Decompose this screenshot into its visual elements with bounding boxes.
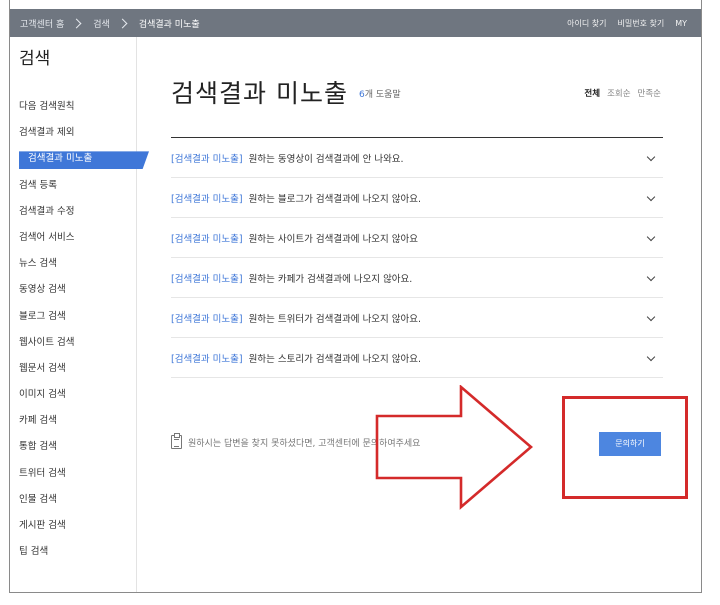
sidebar-item-label: 검색결과 미노출 xyxy=(28,153,93,165)
sidebar-item-label: 검색 등록 xyxy=(19,179,57,191)
breadcrumb: 고객센터 홈 검색 검색결과 미노출 xyxy=(20,17,200,30)
faq-question: 원하는 스토리가 검색결과에 나오지 않아요. xyxy=(248,353,422,365)
faq-question: 원하는 블로그가 검색결과에 나오지 않아요. xyxy=(248,193,422,205)
sidebar-item[interactable]: 이미지 검색 xyxy=(10,382,150,408)
faq-category: [검색결과 미노출] xyxy=(171,153,243,165)
faq-question: 원하는 사이트가 검색결과에 나오지 않아요 xyxy=(248,233,419,245)
chevron-down-icon[interactable] xyxy=(646,232,656,242)
sidebar-item-label: 인물 검색 xyxy=(19,493,57,505)
sidebar-item-label: 검색결과 수정 xyxy=(19,205,75,217)
faq-item[interactable]: [검색결과 미노출] 원하는 스토리가 검색결과에 나오지 않아요. xyxy=(171,338,663,378)
faq-question: 원하는 트위터가 검색결과에 나오지 않아요. xyxy=(248,313,422,325)
sidebar-item[interactable]: 팁 검색 xyxy=(10,539,150,565)
top-navigation-bar: 고객센터 홈 검색 검색결과 미노출 아이디 찾기 비밀번호 찾기 MY xyxy=(10,9,701,37)
sidebar-item[interactable]: 검색결과 제외 xyxy=(10,120,150,146)
faq-item[interactable]: [검색결과 미노출] 원하는 카페가 검색결과에 나오지 않아요. xyxy=(171,258,663,298)
sidebar-item[interactable]: 검색결과 수정 xyxy=(10,199,150,225)
sidebar-item-label: 다음 검색원칙 xyxy=(19,101,75,112)
sidebar-item[interactable]: 뉴스 검색 xyxy=(10,251,150,277)
breadcrumb-current: 검색결과 미노출 xyxy=(138,19,200,30)
sidebar-item[interactable]: 통합 검색 xyxy=(10,434,150,460)
sidebar-title: 검색 xyxy=(19,49,51,69)
sidebar-item-label: 웹문서 검색 xyxy=(19,362,66,374)
sidebar-item[interactable]: 인물 검색 xyxy=(10,487,150,513)
sidebar-item-label: 트위터 검색 xyxy=(19,467,66,479)
chevron-down-icon[interactable] xyxy=(646,312,656,322)
faq-category: [검색결과 미노출] xyxy=(171,273,243,285)
faq-list: [검색결과 미노출] 원하는 동영상이 검색결과에 안 나와요. [검색결과 미노출… xyxy=(171,137,663,378)
chevron-down-icon[interactable] xyxy=(646,192,656,202)
sidebar-item[interactable]: 웹사이트 검색 xyxy=(10,330,150,356)
faq-category: [검색결과 미노출] xyxy=(171,313,243,325)
sidebar-item[interactable]: 웹문서 검색 xyxy=(10,356,150,382)
find-id-link[interactable]: 아이디 찾기 xyxy=(567,18,606,29)
page-frame: 고객센터 홈 검색 검색결과 미노출 아이디 찾기 비밀번호 찾기 MY 검색 … xyxy=(9,0,702,593)
sidebar-item[interactable]: 검색어 서비스 xyxy=(10,225,150,251)
sidebar-item-label: 통합 검색 xyxy=(19,441,57,453)
chevron-right-icon xyxy=(71,18,82,28)
sort-option[interactable]: 만족순 xyxy=(638,87,661,99)
faq-item[interactable]: [검색결과 미노출] 원하는 동영상이 검색결과에 안 나와요. xyxy=(171,138,663,178)
chevron-right-icon xyxy=(117,18,128,28)
account-links: 아이디 찾기 비밀번호 찾기 MY xyxy=(567,9,687,37)
faq-item[interactable]: [검색결과 미노출] 원하는 사이트가 검색결과에 나오지 않아요 xyxy=(171,218,663,258)
sidebar-item[interactable]: 게시판 검색 xyxy=(10,513,150,539)
sidebar-item-label: 이미지 검색 xyxy=(19,389,66,401)
sidebar-item[interactable]: 동영상 검색 xyxy=(10,277,150,303)
sidebar-item-label: 동영상 검색 xyxy=(19,284,66,296)
faq-item[interactable]: [검색결과 미노출] 원하는 트위터가 검색결과에 나오지 않아요. xyxy=(171,298,663,338)
faq-question: 원하는 카페가 검색결과에 나오지 않아요. xyxy=(248,273,413,285)
sort-options: 전체 조회순 만족순 xyxy=(584,87,661,99)
chevron-down-icon[interactable] xyxy=(646,152,656,162)
breadcrumb-level1[interactable]: 검색 xyxy=(93,17,110,30)
faq-category: [검색결과 미노출] xyxy=(171,193,243,205)
help-count-label: 개 도움말 xyxy=(364,90,401,100)
clipboard-icon xyxy=(171,433,182,449)
find-password-link[interactable]: 비밀번호 찾기 xyxy=(618,18,665,29)
chevron-down-icon[interactable] xyxy=(646,352,656,362)
sidebar-item-label: 게시판 검색 xyxy=(19,520,66,531)
faq-item[interactable]: [검색결과 미노출] 원하는 블로그가 검색결과에 나오지 않아요. xyxy=(171,178,663,218)
sidebar-item-label: 뉴스 검색 xyxy=(19,258,57,270)
sidebar-item[interactable]: 카페 검색 xyxy=(10,408,150,434)
sidebar-item[interactable]: 다음 검색원칙 xyxy=(10,94,150,120)
faq-category: [검색결과 미노출] xyxy=(171,233,243,245)
sidebar-item[interactable]: 검색결과 미노출 xyxy=(10,146,150,172)
breadcrumb-home[interactable]: 고객센터 홈 xyxy=(20,17,64,30)
my-link[interactable]: MY xyxy=(675,19,687,28)
chevron-down-icon[interactable] xyxy=(646,272,656,282)
faq-category: [검색결과 미노출] xyxy=(171,353,243,365)
sidebar-item-label: 카페 검색 xyxy=(19,415,57,427)
red-highlight-box xyxy=(562,396,688,499)
sidebar-item[interactable]: 블로그 검색 xyxy=(10,304,150,330)
sidebar-item[interactable]: 트위터 검색 xyxy=(10,461,150,487)
sidebar-item[interactable]: 검색 등록 xyxy=(10,173,150,199)
sidebar-item-label: 검색어 서비스 xyxy=(19,231,75,243)
faq-question: 원하는 동영상이 검색결과에 안 나와요. xyxy=(248,153,404,165)
sidebar-menu: 다음 검색원칙검색결과 제외검색결과 미노출검색 등록검색결과 수정검색어 서비… xyxy=(10,94,150,565)
sidebar-item-label: 블로그 검색 xyxy=(19,310,66,322)
sort-option[interactable]: 조회순 xyxy=(607,87,630,99)
sidebar-item-label: 웹사이트 검색 xyxy=(19,336,75,348)
red-arrow-annotation xyxy=(375,385,533,510)
help-count: 6개 도움말 xyxy=(359,87,401,100)
page-title: 검색결과 미노출 xyxy=(171,79,348,108)
sidebar-item-label: 검색결과 제외 xyxy=(19,127,75,139)
sort-option[interactable]: 전체 xyxy=(584,87,600,99)
sidebar-item-label: 팁 검색 xyxy=(19,546,49,558)
